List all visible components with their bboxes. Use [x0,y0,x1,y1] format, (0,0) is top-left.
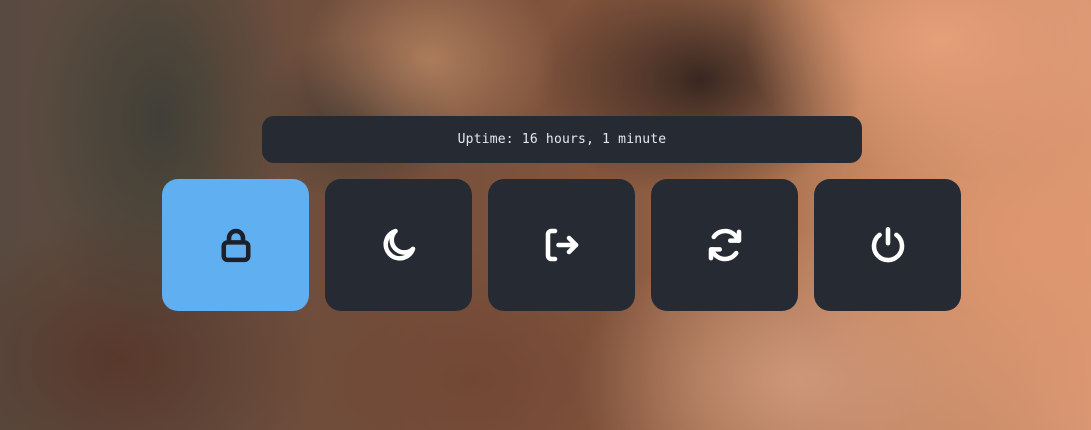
moon-icon [382,228,415,261]
lock-icon [220,228,251,263]
lock-button[interactable] [162,179,309,311]
uptime-text: Uptime: 16 hours, 1 minute [457,132,667,147]
uptime-bar: Uptime: 16 hours, 1 minute [262,116,862,163]
logout-icon [545,228,578,262]
refresh-icon [708,228,741,262]
power-icon [871,226,904,263]
reboot-button[interactable] [651,179,798,311]
power-menu [162,179,961,311]
logout-button[interactable] [488,179,635,311]
suspend-button[interactable] [325,179,472,311]
shutdown-button[interactable] [814,179,961,311]
